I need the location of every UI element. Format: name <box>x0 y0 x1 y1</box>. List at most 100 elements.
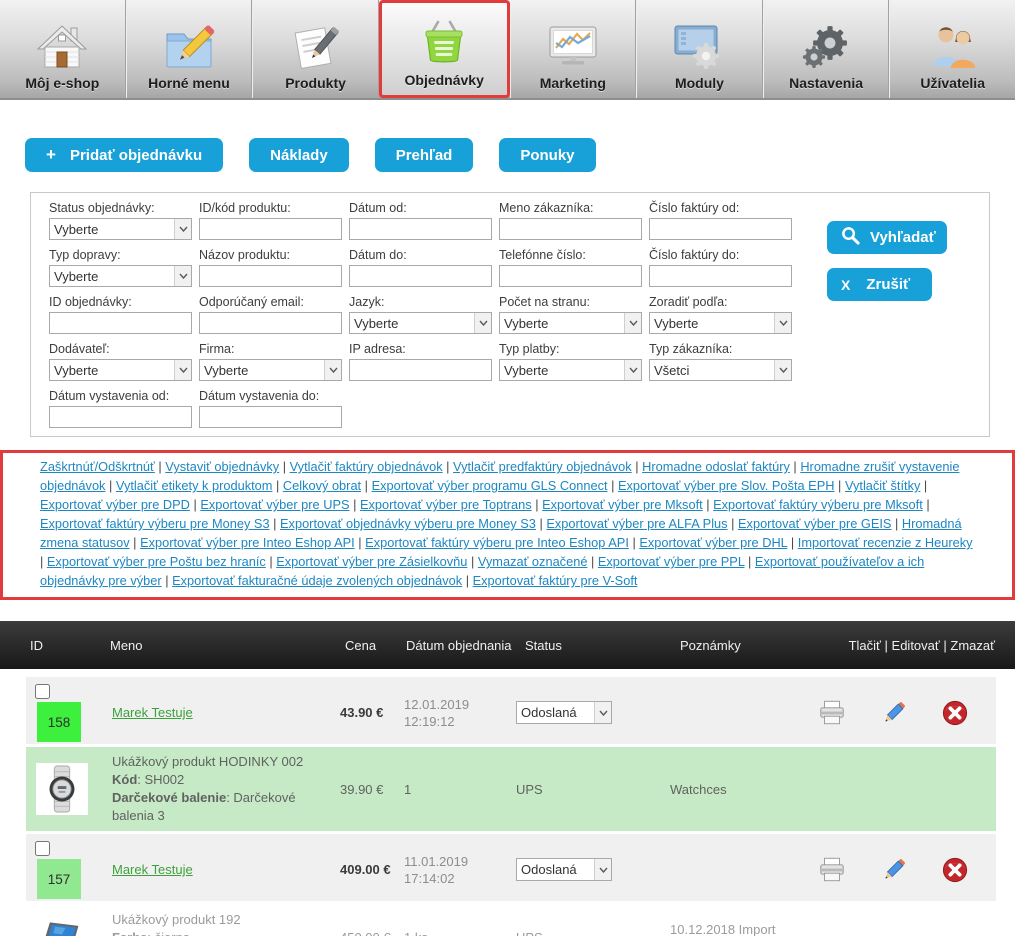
order-date: 12.01.201912:19:12 <box>404 696 516 730</box>
filter-field: Dátum vystavenia do: <box>199 389 349 428</box>
filter-field: Typ dopravy:Vyberte <box>49 248 199 287</box>
bulk-action-link[interactable]: Exportovať objednávky výberu pre Money S… <box>280 516 536 531</box>
bulk-action-link[interactable]: Vytlačiť faktúry objednávok <box>290 459 443 474</box>
filter-text-input[interactable] <box>499 265 642 287</box>
delete-order-button[interactable] <box>942 700 968 726</box>
filter-select[interactable]: Vyberte <box>49 265 192 287</box>
bulk-action-link[interactable]: Hromadne odoslať faktúry <box>642 459 790 474</box>
filter-field-label: Názov produktu: <box>199 248 349 263</box>
bulk-action-link[interactable]: Exportovať výber pre DHL <box>639 535 787 550</box>
filter-field: Dátum vystavenia od: <box>49 389 199 428</box>
bulk-action-link[interactable]: Exportovať faktúry výberu pre Money S3 <box>40 516 270 531</box>
filter-text-input[interactable] <box>349 359 492 381</box>
nav-item-objednavky[interactable]: Objednávky <box>379 0 510 98</box>
nav-item-horne-menu[interactable]: Horné menu <box>126 0 253 98</box>
delete-order-button[interactable] <box>942 857 968 883</box>
order-filter-panel: Status objednávky:VyberteID/kód produktu… <box>30 192 990 437</box>
filter-text-input[interactable] <box>649 265 792 287</box>
bulk-action-link[interactable]: Exportovať faktúry pre V-Soft <box>473 573 638 588</box>
chevron-down-icon <box>324 360 341 380</box>
order-select-checkbox[interactable] <box>35 841 50 856</box>
filter-text-input[interactable] <box>199 312 342 334</box>
filter-select[interactable]: Vyberte <box>649 312 792 334</box>
order-status-select[interactable]: Odoslaná <box>516 858 612 881</box>
filter-select[interactable]: Vyberte <box>499 312 642 334</box>
cancel-button[interactable]: X Zrušiť <box>827 268 932 301</box>
filter-select[interactable]: Vyberte <box>49 218 192 240</box>
offers-button[interactable]: Ponuky <box>499 138 595 172</box>
nav-item-nastavenia[interactable]: Nastavenia <box>763 0 890 98</box>
filter-text-input[interactable] <box>649 218 792 240</box>
order-id-badge: 157 <box>37 859 81 899</box>
nav-item-moj-e-shop[interactable]: Môj e-shop <box>0 0 126 98</box>
nav-item-marketing[interactable]: Marketing <box>510 0 637 98</box>
bulk-action-link[interactable]: Vymazať označené <box>478 554 588 569</box>
nav-item-label: Môj e-shop <box>25 75 99 91</box>
bulk-action-link[interactable]: Exportovať fakturačné údaje zvolených ob… <box>172 573 462 588</box>
bulk-action-link[interactable]: Exportovať výber pre Zásielkovňu <box>276 554 467 569</box>
filter-text-input[interactable] <box>49 312 192 334</box>
filter-select[interactable]: Vyberte <box>499 359 642 381</box>
bulk-action-link[interactable]: Vytlačiť etikety k produktom <box>116 478 273 493</box>
filter-field: Názov produktu: <box>199 248 349 287</box>
nav-item-produkty[interactable]: Produkty <box>252 0 379 98</box>
overview-button[interactable]: Prehľad <box>375 138 474 172</box>
bulk-action-link[interactable]: Celkový obrat <box>283 478 361 493</box>
order-select-cell: 157 <box>34 840 112 899</box>
filter-select[interactable]: Vyberte <box>349 312 492 334</box>
bulk-action-link[interactable]: Exportovať výber pre Slov. Pošta EPH <box>618 478 835 493</box>
print-order-button[interactable] <box>818 856 846 883</box>
edit-order-button[interactable] <box>881 857 907 883</box>
costs-button[interactable]: Náklady <box>249 138 349 172</box>
bulk-action-link[interactable]: Exportovať faktúry výberu pre Inteo Esho… <box>365 535 629 550</box>
print-order-button[interactable] <box>818 699 846 726</box>
monitor-gear-icon <box>673 14 725 70</box>
bulk-action-link[interactable]: Zaškrtnúť/Odškrtnúť <box>40 459 155 474</box>
bulk-action-link[interactable]: Exportovať výber programu GLS Connect <box>372 478 608 493</box>
users-icon <box>927 14 979 70</box>
bulk-action-link[interactable]: Vystaviť objednávky <box>165 459 279 474</box>
customer-name-link[interactable]: Marek Testuje <box>112 862 193 877</box>
filter-select[interactable]: Vyberte <box>199 359 342 381</box>
bulk-action-link[interactable]: Exportovať výber pre Inteo Eshop API <box>140 535 355 550</box>
bulk-action-link[interactable]: Vytlačiť štítky <box>845 478 920 493</box>
product-shipping: UPS <box>516 929 670 936</box>
filter-text-input[interactable] <box>199 265 342 287</box>
link-separator: | <box>532 497 542 512</box>
top-navigation: Môj e-shop Horné menu Produkty Objednávk… <box>0 0 1015 100</box>
bulk-action-link[interactable]: Exportovať výber pre PPL <box>598 554 745 569</box>
chevron-down-icon <box>774 313 791 333</box>
filter-text-input[interactable] <box>349 218 492 240</box>
search-button[interactable]: Vyhľadať <box>827 221 947 254</box>
bulk-action-link[interactable]: Vytlačiť predfaktúry objednávok <box>453 459 632 474</box>
bulk-action-link[interactable]: Exportovať výber pre UPS <box>200 497 349 512</box>
nav-item-uzivatelia[interactable]: Užívatelia <box>889 0 1015 98</box>
order-select-checkbox[interactable] <box>35 684 50 699</box>
filter-text-input[interactable] <box>199 218 342 240</box>
bulk-action-link[interactable]: Exportovať výber pre Mksoft <box>542 497 703 512</box>
filter-text-input[interactable] <box>499 218 642 240</box>
filter-text-input[interactable] <box>349 265 492 287</box>
bulk-action-link[interactable]: Exportovať výber pre GEIS <box>738 516 891 531</box>
column-header: Poznámky <box>680 636 816 655</box>
add-order-button[interactable]: +Pridať objednávku <box>25 138 223 172</box>
filter-select[interactable]: Všetci <box>649 359 792 381</box>
filter-text-input[interactable] <box>199 406 342 428</box>
order-status-select[interactable]: Odoslaná <box>516 701 612 724</box>
nav-item-moduly[interactable]: Moduly <box>636 0 763 98</box>
filter-select[interactable]: Vyberte <box>49 359 192 381</box>
filter-text-input[interactable] <box>49 406 192 428</box>
column-header: Editovať <box>892 638 940 653</box>
product-info: Ukážkový produkt HODINKY 002Kód: SH002Da… <box>112 753 340 825</box>
edit-order-button[interactable] <box>881 700 907 726</box>
bulk-action-link[interactable]: Exportovať faktúry výberu pre Mksoft <box>713 497 923 512</box>
order-row: 157Marek Testuje409.00 €11.01.201917:14:… <box>26 834 996 901</box>
bulk-action-link[interactable]: Exportovať výber pre Poštu bez hraníc <box>47 554 266 569</box>
bulk-action-link[interactable]: Exportovať výber pre ALFA Plus <box>546 516 727 531</box>
product-attribute: Farba: čierna <box>112 929 332 936</box>
filter-field-label: Typ zákazníka: <box>649 342 799 357</box>
bulk-action-link[interactable]: Exportovať výber pre DPD <box>40 497 190 512</box>
bulk-action-link[interactable]: Exportovať výber pre Toptrans <box>360 497 532 512</box>
customer-name-link[interactable]: Marek Testuje <box>112 705 193 720</box>
bulk-action-link[interactable]: Importovať recenzie z Heureky <box>798 535 973 550</box>
